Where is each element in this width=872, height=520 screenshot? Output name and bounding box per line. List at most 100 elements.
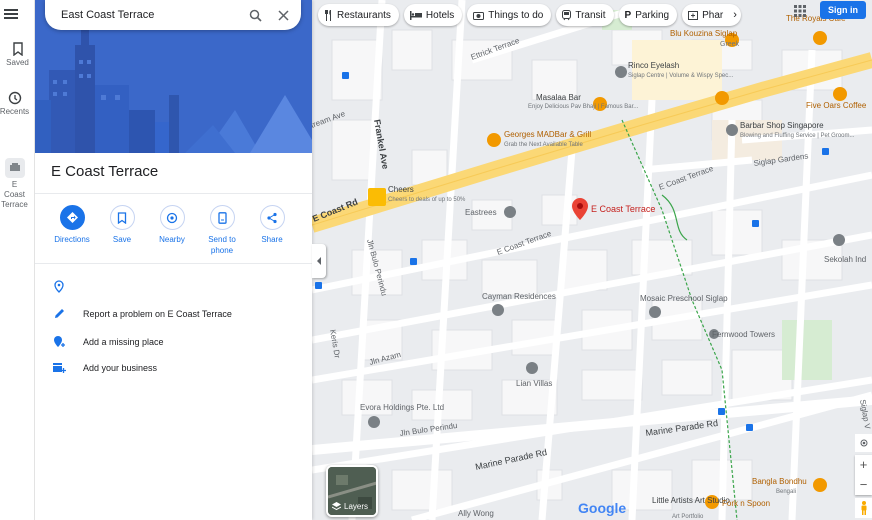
divider [35,263,312,264]
apps-grid-icon[interactable] [794,4,806,17]
add-business-icon [53,363,66,373]
place-sub-barber: Blowing and Fluffing Service | Pet Groom… [740,133,855,139]
chip-things-to-do-label: Things to do [488,9,544,21]
chip-transit-label: Transit [575,9,606,21]
close-icon[interactable] [269,1,297,29]
pegman-icon [861,501,866,515]
chip-hotels[interactable]: Hotels [403,4,463,26]
place-title: E Coast Terrace [51,163,159,180]
place-label-cayman: Cayman Residences [482,292,556,301]
chip-things-to-do[interactable]: Things to do [467,4,552,26]
directions-button[interactable]: Directions [47,205,97,256]
place-label-barber: Barbar Shop Singapore [740,121,824,130]
place-label-fernwood: Fernwood Towers [712,330,775,339]
nearby-icon [166,212,178,223]
place-label-mosaic: Mosaic Preschool Siglap [640,294,728,303]
place-label-rinco: Rinco Eyelash [628,61,679,70]
chip-pharmacy-label: Phar [702,9,724,21]
save-label: Save [112,235,132,244]
edit-icon [54,309,64,318]
place-label-bangla: Bangla Bondhu [752,477,807,486]
history-icon [8,91,21,105]
my-location-icon [860,439,867,447]
pharmacy-icon [688,11,699,20]
chip-pharmacy[interactable]: Phar › [682,4,741,26]
menu-icon[interactable] [4,7,18,21]
place-label-five-oars: Five Oars Coffee [806,101,867,110]
layers-button[interactable]: Layers [326,465,378,517]
place-sub-cheers: Cheers to deals of up to 50% [388,197,466,203]
add-missing-place-label: Add a missing place [83,336,164,347]
sign-in-button[interactable]: Sign in [820,1,866,19]
zoom-out-button[interactable]: − [855,475,872,495]
map-canvas[interactable]: Ettrick Terrace Frankel Ave E Coast Rd E… [312,0,872,520]
transit-icon [562,9,572,20]
search-box[interactable]: East Coast Terrace [45,0,301,30]
chip-parking-label: Parking [635,9,670,21]
google-logo: Google [578,500,626,516]
camera-icon [473,11,485,20]
search-input[interactable]: East Coast Terrace [61,9,241,21]
zoom-in-button[interactable]: + [855,455,872,475]
add-location-icon [53,336,65,347]
place-sub-georges: Grab the Next Available Table [504,142,583,148]
add-missing-place-row[interactable]: Add a missing place [51,335,164,348]
place-label-georges: Georges MADBar & Grill [504,130,591,139]
category-chips: Restaurants Hotels Things to do Transit … [318,4,746,26]
place-label-sekolah: Sekolah Ind [824,255,866,264]
street-view-pegman[interactable] [855,498,872,518]
action-buttons: Directions Save Nearby Send to phone Sha… [47,205,302,256]
chevron-left-icon [317,257,321,265]
layers-icon [332,502,341,511]
address-row[interactable] [51,280,83,293]
rail-recents-label: Recents [0,107,30,116]
rail-recent-place-label: E Coast Terrace [1,180,28,209]
report-problem-row[interactable]: Report a problem on E Coast Terrace [51,308,232,319]
restaurant-icon [325,9,331,21]
my-location-button[interactable] [855,434,872,452]
place-label-fork: Fork n Spoon [722,499,770,508]
chevron-right-icon[interactable]: › [733,9,737,21]
add-business-row[interactable]: Add your business [51,362,157,374]
place-label-masalaa: Masalaa Bar [536,93,581,102]
rail-recents[interactable]: Recents [0,91,34,117]
left-rail: Saved Recents E Coast Terrace [0,0,35,520]
chip-restaurants[interactable]: Restaurants [318,4,399,26]
place-label-eastrees: Eastrees [465,208,497,217]
zoom-control: + − [855,455,872,495]
chip-parking[interactable]: P Parking [618,4,678,26]
directions-icon [66,212,78,223]
report-problem-label: Report a problem on E Coast Terrace [83,308,232,319]
rail-saved[interactable]: Saved [0,42,34,68]
nearby-button[interactable]: Nearby [147,205,197,256]
recent-place-thumbnail [4,158,25,178]
share-button[interactable]: Share [247,205,297,256]
layers-label: Layers [344,502,369,511]
place-label-cheers: Cheers [388,185,414,194]
chip-transit[interactable]: Transit [556,4,614,26]
chip-restaurants-label: Restaurants [337,9,391,21]
search-icon[interactable] [241,1,269,29]
divider [35,193,312,194]
chip-hotels-label: Hotels [425,9,455,21]
hotel-icon [409,10,422,20]
phone-icon [217,211,227,224]
bookmark-icon [12,42,23,56]
nearby-label: Nearby [159,235,185,244]
rail-recent-place[interactable]: E Coast Terrace [0,158,34,210]
place-label-lian: Lian Villas [516,379,552,388]
share-icon [267,212,277,223]
place-label-evora: Evora Holdings Pte. Ltd [360,403,444,412]
collapse-panel-button[interactable] [312,244,326,278]
send-to-phone-button[interactable]: Send to phone [197,205,247,256]
place-sub-rinco: Siglap Centre | Volume & Wispy Spec... [628,73,734,79]
place-sub-masalaa: Enjoy Delicious Pav Bhaji | Famous Bar..… [528,104,639,110]
pin-label: E Coast Terrace [591,204,655,214]
map-svg: Ettrick Terrace Frankel Ave E Coast Rd E… [312,0,872,520]
parking-icon: P [624,9,632,21]
place-sub-bangla: Bengali [776,489,796,495]
save-button[interactable]: Save [97,205,147,256]
location-pin-icon [54,280,64,293]
google-logo-text: Google [578,500,627,516]
send-to-phone-label: Send to phone [208,235,236,255]
